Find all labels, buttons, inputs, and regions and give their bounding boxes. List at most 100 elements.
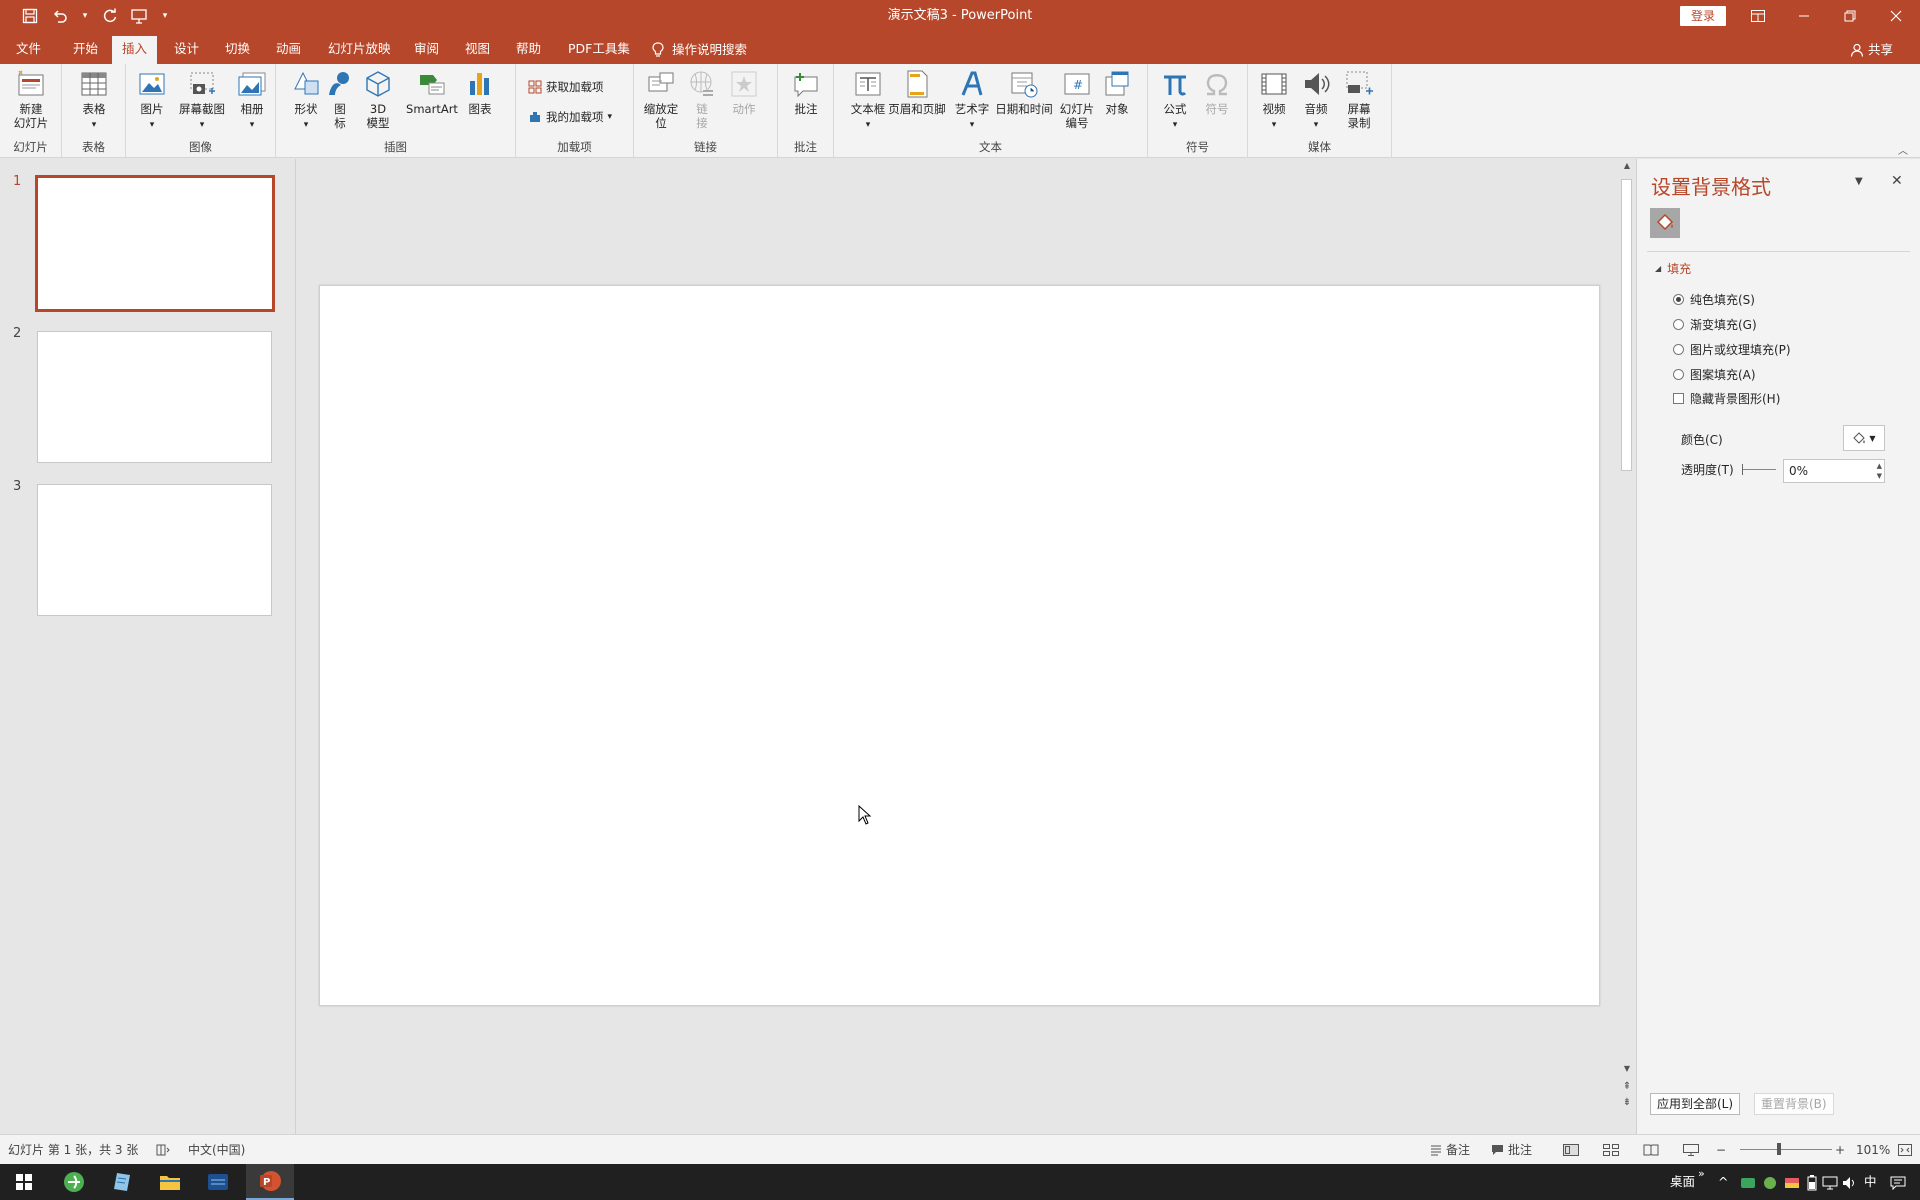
minimize-icon[interactable]	[1781, 0, 1827, 32]
comment-button[interactable]: 批注	[782, 68, 830, 116]
volume-icon[interactable]	[1842, 1164, 1858, 1200]
video-button[interactable]: 视频 ▾	[1254, 68, 1294, 132]
hide-background-graphics-option[interactable]: 隐藏背景图形(H)	[1673, 390, 1780, 407]
slideshow-view-icon[interactable]	[1683, 1135, 1699, 1165]
smartart-button[interactable]: SmartArt	[404, 68, 460, 116]
reading-view-icon[interactable]	[1643, 1135, 1659, 1165]
customize-qat-icon[interactable]: ▾	[158, 4, 172, 28]
taskbar-app-browser[interactable]	[50, 1164, 98, 1200]
zoom-slider-thumb[interactable]	[1777, 1143, 1781, 1155]
slide-canvas[interactable]	[319, 285, 1600, 1006]
notification-icon[interactable]	[1890, 1164, 1906, 1200]
icons-button[interactable]: 图 标	[324, 68, 356, 130]
tab-insert[interactable]: 插入	[112, 36, 158, 64]
previous-slide-icon[interactable]: ⇞	[1619, 1081, 1635, 1092]
tell-me-search[interactable]: 操作说明搜索	[652, 36, 747, 64]
tab-view[interactable]: 视图	[455, 36, 500, 64]
zoom-level[interactable]: 101%	[1856, 1135, 1890, 1165]
get-addins-button[interactable]: 获取加载项	[528, 76, 604, 98]
table-button[interactable]: 表格 ▾	[70, 68, 118, 132]
desktop-toolbar-label[interactable]: 桌面	[1670, 1164, 1695, 1200]
slide-thumbnail-1[interactable]	[35, 175, 275, 312]
zoom-slider[interactable]	[1740, 1149, 1832, 1150]
link-button[interactable]: 链 接	[684, 68, 720, 130]
tab-help[interactable]: 帮助	[506, 36, 551, 64]
signin-button[interactable]: 登录	[1680, 6, 1726, 26]
new-slide-button[interactable]: 新建 幻灯片	[7, 68, 55, 130]
picture-fill-option[interactable]: 图片或纹理填充(P)	[1673, 341, 1791, 358]
shapes-button[interactable]: 形状 ▾	[282, 68, 330, 132]
fit-to-window-icon[interactable]	[1898, 1135, 1912, 1165]
ribbon-display-options-icon[interactable]	[1735, 0, 1781, 32]
taskbar-app-screen-recorder[interactable]	[194, 1164, 242, 1200]
slide-number-button[interactable]: # 幻灯片 编号	[1054, 68, 1100, 130]
tab-design[interactable]: 设计	[164, 36, 209, 64]
tab-pdf-tools[interactable]: PDF工具集	[558, 36, 640, 64]
tab-review[interactable]: 审阅	[404, 36, 449, 64]
show-hidden-icons-icon[interactable]: ^	[1718, 1164, 1728, 1200]
close-icon[interactable]	[1873, 0, 1919, 32]
slide-thumbnail-3[interactable]	[37, 484, 272, 616]
header-footer-button[interactable]: 页眉和页脚	[884, 68, 950, 116]
action-button[interactable]: 动作	[724, 68, 764, 116]
pane-options-icon[interactable]: ▼	[1855, 176, 1863, 187]
apply-to-all-button[interactable]: 应用到全部(L)	[1650, 1093, 1741, 1115]
radio-gradient-fill[interactable]	[1673, 319, 1684, 330]
taskbar-app-powerpoint[interactable]: P	[246, 1164, 294, 1200]
color-picker-button[interactable]: ▼	[1843, 425, 1885, 451]
taskbar-app-notes[interactable]	[98, 1164, 146, 1200]
scroll-down-icon[interactable]: ▼	[1619, 1064, 1635, 1073]
reset-background-button[interactable]: 重置背景(B)	[1754, 1093, 1834, 1115]
datetime-button[interactable]: 日期和时间	[992, 68, 1056, 116]
fill-section-header[interactable]: ◢ 填充	[1655, 260, 1691, 277]
scrollbar-thumb[interactable]	[1621, 179, 1632, 471]
pattern-fill-option[interactable]: 图案填充(A)	[1673, 366, 1756, 383]
wordart-button[interactable]: 艺术字 ▾	[948, 68, 996, 132]
my-addins-button[interactable]: 我的加载项 ▾	[528, 106, 612, 128]
battery-icon[interactable]	[1806, 1164, 1818, 1200]
spinner-icon[interactable]: ▲ ▼	[1877, 461, 1882, 481]
accessibility-icon[interactable]	[156, 1135, 170, 1165]
checkbox-hide-background[interactable]	[1673, 393, 1684, 404]
input-method-indicator[interactable]: 中	[1864, 1164, 1877, 1200]
share-button[interactable]: 共享	[1850, 36, 1893, 64]
slide-sorter-icon[interactable]	[1603, 1135, 1619, 1165]
radio-solid-fill[interactable]	[1673, 294, 1684, 305]
slide-thumbnail-2[interactable]	[37, 331, 272, 463]
undo-icon[interactable]	[48, 4, 72, 28]
collapse-ribbon-icon[interactable]: ︿	[1898, 142, 1908, 157]
gradient-fill-option[interactable]: 渐变填充(G)	[1673, 316, 1757, 333]
tab-file[interactable]: 文件	[6, 36, 51, 64]
photo-album-button[interactable]: 相册 ▾	[228, 68, 276, 132]
next-slide-icon[interactable]: ⇟	[1619, 1097, 1635, 1108]
chevron-down-icon[interactable]: ▾	[78, 4, 92, 28]
restore-icon[interactable]	[1827, 0, 1873, 32]
language-indicator[interactable]: 中文(中国)	[188, 1135, 245, 1165]
screen-recording-button[interactable]: 屏幕 录制	[1338, 68, 1380, 130]
transparency-slider[interactable]	[1742, 464, 1776, 475]
pane-close-icon[interactable]: ✕	[1891, 173, 1903, 189]
radio-picture-fill[interactable]	[1673, 344, 1684, 355]
symbol-button[interactable]: 符号	[1196, 68, 1238, 116]
network-icon[interactable]	[1822, 1164, 1838, 1200]
save-icon[interactable]	[18, 4, 42, 28]
start-button[interactable]	[0, 1164, 48, 1200]
redo-icon[interactable]	[98, 4, 122, 28]
equation-button[interactable]: 公式 ▾	[1154, 68, 1196, 132]
tab-slideshow[interactable]: 幻灯片放映	[318, 36, 401, 64]
audio-button[interactable]: 音频 ▾	[1296, 68, 1336, 132]
notes-button[interactable]: 备注	[1430, 1135, 1470, 1165]
comments-button[interactable]: 批注	[1491, 1135, 1532, 1165]
tray-green-icon[interactable]	[1762, 1164, 1778, 1200]
taskbar-app-file-explorer[interactable]	[146, 1164, 194, 1200]
tab-transitions[interactable]: 切换	[215, 36, 260, 64]
transparency-input[interactable]: 0% ▲ ▼	[1783, 459, 1885, 483]
3d-models-button[interactable]: 3D 模型	[358, 68, 398, 130]
scroll-up-icon[interactable]: ▲	[1619, 161, 1635, 170]
present-from-start-icon[interactable]	[128, 4, 152, 28]
tab-home[interactable]: 开始	[63, 36, 108, 64]
solid-fill-option[interactable]: 纯色填充(S)	[1673, 291, 1755, 308]
chart-button[interactable]: 图表	[462, 68, 498, 116]
object-button[interactable]: 对象	[1096, 68, 1138, 116]
radio-pattern-fill[interactable]	[1673, 369, 1684, 380]
